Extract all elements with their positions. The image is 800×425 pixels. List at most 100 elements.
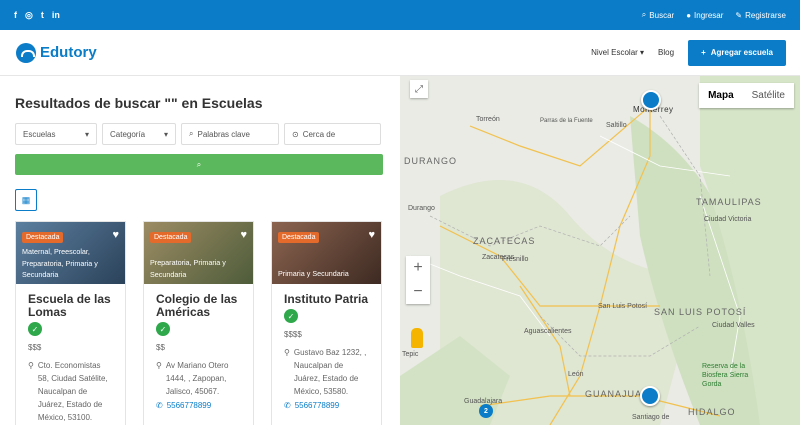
- top-links: ⌕ Buscar ● Ingresar ✎ Registrarse: [642, 10, 786, 20]
- phone-icon: ✆: [284, 401, 291, 410]
- school-card[interactable]: Destacada ♥ Maternal, Preescolar, Prepar…: [15, 221, 126, 425]
- card-body: Colegio de las Américas ✓ $$ ⚲ Av Marian…: [144, 284, 253, 410]
- register-link[interactable]: ✎ Registrarse: [735, 11, 786, 20]
- linkedin-icon[interactable]: in: [52, 10, 60, 20]
- brand-logo[interactable]: Edutory: [16, 42, 97, 63]
- map-label: Ciudad Victoria: [704, 216, 752, 223]
- brand-name: Edutory: [40, 44, 97, 61]
- card-body: Escuela de las Lomas ✓ $$$ ⚲ Cto. Econom…: [16, 284, 125, 424]
- map-label: Fresnillo: [502, 256, 529, 263]
- main-navbar: Edutory Nivel Escolar ▾ Blog + Agregar e…: [0, 30, 800, 76]
- fullscreen-icon: ⤢: [415, 83, 423, 95]
- card-title[interactable]: Instituto Patria: [284, 293, 369, 306]
- featured-badge: Destacada: [150, 232, 192, 243]
- location-pin-icon: ⚲: [284, 348, 290, 357]
- type-select-value: Escuelas: [23, 129, 56, 139]
- logo-icon: [16, 42, 36, 63]
- search-button[interactable]: ⌕: [15, 154, 383, 175]
- type-select[interactable]: Escuelas ▾: [15, 123, 97, 145]
- verified-icon: ✓: [284, 309, 298, 323]
- map-type-map[interactable]: Mapa: [699, 83, 743, 108]
- plus-icon: +: [701, 48, 706, 57]
- map-label: San Luis Potosí: [598, 303, 648, 310]
- card-address-text: Gustavo Baz 1232, , Naucalpan de Juárez,…: [293, 348, 367, 396]
- nav-school-level[interactable]: Nivel Escolar ▾: [591, 48, 644, 57]
- card-price: $$$$: [284, 330, 302, 339]
- map-type-switcher: Mapa Satélite: [699, 83, 794, 108]
- near-input[interactable]: ⊙ Cerca de: [284, 123, 381, 145]
- location-pin-icon: ⚲: [28, 361, 34, 370]
- keywords-placeholder: Palabras clave: [197, 129, 250, 139]
- instagram-icon[interactable]: ◎: [25, 10, 33, 21]
- main-content: Resultados de buscar "" en Escuelas Escu…: [0, 76, 800, 425]
- featured-badge: Destacada: [22, 232, 64, 243]
- nav-blog[interactable]: Blog: [658, 48, 674, 57]
- search-icon: ⌕: [196, 159, 202, 169]
- map-label: SAN LUIS POTOSÍ: [654, 307, 747, 317]
- map-label: DURANGO: [404, 156, 458, 166]
- register-link-label: Registrarse: [745, 10, 786, 20]
- top-bar: f ◎ t in ⌕ Buscar ● Ingresar ✎ Registrar…: [0, 0, 800, 30]
- card-categories: Primaria y Secundaria: [278, 269, 349, 278]
- card-title[interactable]: Colegio de las Américas: [156, 293, 241, 319]
- heart-icon[interactable]: ♥: [368, 229, 375, 241]
- user-icon: ●: [686, 10, 692, 20]
- zoom-in-button[interactable]: +: [406, 256, 430, 280]
- card-address-text: Cto. Economistas 58, Ciudad Satélite, Na…: [37, 361, 108, 422]
- results-heading: Resultados de buscar "" en Escuelas: [15, 95, 263, 111]
- zoom-controls: + −: [406, 256, 430, 304]
- fullscreen-button[interactable]: ⤢: [410, 80, 428, 98]
- card-price: $$: [156, 343, 165, 352]
- add-school-label: Agregar escuela: [710, 48, 773, 57]
- card-phone[interactable]: ✆ 5566778899: [284, 401, 369, 410]
- map-label: ZACATECAS: [473, 236, 536, 246]
- login-link[interactable]: ● Ingresar: [686, 11, 723, 20]
- map-label: TAMAULIPAS: [696, 197, 762, 207]
- map-type-satellite[interactable]: Satélite: [743, 83, 794, 108]
- results-map[interactable]: ⤢ Mapa Satélite + − Monterrey Torreón Sa…: [400, 76, 800, 425]
- card-phone-text: 5566778899: [294, 401, 340, 410]
- map-cluster-count: 2: [484, 407, 488, 415]
- heart-icon[interactable]: ♥: [112, 229, 119, 241]
- add-school-button[interactable]: + Agregar escuela: [688, 39, 786, 66]
- school-image[interactable]: Destacada ♥ Maternal, Preescolar, Prepar…: [16, 222, 125, 284]
- near-placeholder: Cerca de: [302, 129, 336, 139]
- zoom-out-button[interactable]: −: [406, 280, 430, 304]
- map-label: Saltillo: [606, 122, 627, 129]
- social-links: f ◎ t in: [14, 10, 60, 21]
- heart-icon[interactable]: ♥: [240, 229, 247, 241]
- search-link[interactable]: ⌕ Buscar: [642, 10, 674, 20]
- highway: [469, 105, 651, 167]
- school-card[interactable]: Destacada ♥ Primaria y Secundaria Instit…: [271, 221, 382, 425]
- card-address: ⚲ Cto. Economistas 58, Ciudad Satélite, …: [28, 359, 113, 424]
- category-select[interactable]: Categoría ▾: [102, 123, 176, 145]
- card-categories: Preparatoria, Primaria y Secundaria: [150, 258, 226, 279]
- location-pin-icon: ⚲: [156, 361, 162, 370]
- card-address-text: Av Mariano Otero 1444, , Zapopan, Jalisc…: [165, 361, 229, 396]
- card-price: $$$: [28, 343, 42, 352]
- search-icon: ⌕: [189, 129, 194, 138]
- facebook-icon[interactable]: f: [14, 10, 17, 20]
- verified-icon: ✓: [28, 322, 42, 336]
- map-label: HIDALGO: [688, 407, 736, 417]
- card-categories: Maternal, Preescolar, Preparatoria, Prim…: [22, 247, 98, 279]
- school-image[interactable]: Destacada ♥ Primaria y Secundaria: [272, 222, 381, 284]
- location-icon: ⊙: [292, 129, 299, 139]
- nav-menu: Nivel Escolar ▾ Blog + Agregar escuela: [591, 39, 786, 66]
- grid-icon: ▦: [21, 194, 31, 205]
- school-card[interactable]: Destacada ♥ Preparatoria, Primaria y Sec…: [143, 221, 254, 425]
- school-map-pin[interactable]: [640, 386, 660, 406]
- twitter-icon[interactable]: t: [41, 10, 44, 20]
- keywords-input[interactable]: ⌕ Palabras clave: [181, 123, 279, 145]
- card-phone[interactable]: ✆ 5566778899: [156, 401, 241, 410]
- map-label: Ciudad Valles: [712, 322, 755, 329]
- street-view-pegman[interactable]: [411, 328, 423, 348]
- card-phone-text: 5566778899: [166, 401, 212, 410]
- school-map-pin[interactable]: [641, 90, 661, 110]
- card-address: ⚲ Gustavo Baz 1232, , Naucalpan de Juáre…: [284, 346, 369, 398]
- school-image[interactable]: Destacada ♥ Preparatoria, Primaria y Sec…: [144, 222, 253, 284]
- map-label: Torreón: [476, 116, 500, 123]
- grid-view-toggle[interactable]: ▦: [15, 189, 37, 211]
- card-title[interactable]: Escuela de las Lomas: [28, 293, 113, 319]
- map-cluster[interactable]: 2: [479, 404, 493, 418]
